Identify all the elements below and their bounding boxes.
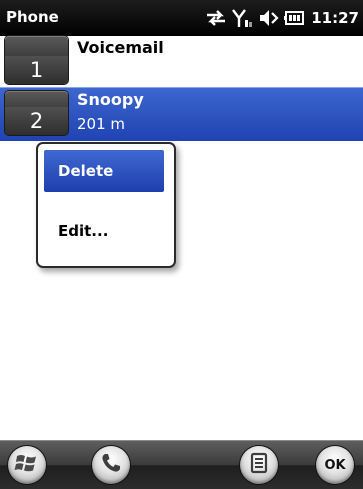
- start-button[interactable]: [8, 446, 46, 484]
- speed-dial-key-button[interactable]: 2: [5, 91, 68, 135]
- entry-name: Voicemail: [77, 38, 164, 57]
- speed-dial-key-number: 1: [5, 56, 68, 84]
- speed-dial-key-number: 2: [5, 107, 68, 135]
- app-title: Phone: [6, 8, 59, 26]
- menu-item-edit[interactable]: Edit...: [44, 210, 164, 252]
- data-arrows-icon[interactable]: [205, 8, 227, 28]
- signal-icon[interactable]: [231, 8, 253, 28]
- speed-dial-key-button[interactable]: 1: [5, 36, 68, 84]
- volume-icon[interactable]: [257, 8, 279, 28]
- softkey-bar: OK: [0, 440, 363, 489]
- menu-icon: [248, 451, 270, 479]
- menu-button[interactable]: [240, 446, 278, 484]
- ok-icon: OK: [324, 457, 346, 473]
- speed-dial-entry-selected[interactable]: 2 Snoopy 201 m: [0, 87, 363, 141]
- clock[interactable]: 11:27: [311, 9, 359, 27]
- battery-icon[interactable]: [283, 8, 305, 28]
- phone-icon: [99, 451, 123, 479]
- status-icons: 11:27: [205, 0, 363, 36]
- speed-dial-entry[interactable]: 1 Voicemail: [0, 36, 363, 88]
- call-button[interactable]: [92, 446, 130, 484]
- entry-detail: 201 m: [77, 115, 126, 133]
- status-bar: Phone 11:27: [0, 0, 363, 36]
- context-menu: Delete Edit...: [36, 142, 176, 268]
- menu-item-delete[interactable]: Delete: [44, 150, 164, 192]
- ok-button[interactable]: OK: [316, 446, 354, 484]
- windows-start-icon: [14, 451, 40, 479]
- entry-name: Snoopy: [77, 90, 144, 109]
